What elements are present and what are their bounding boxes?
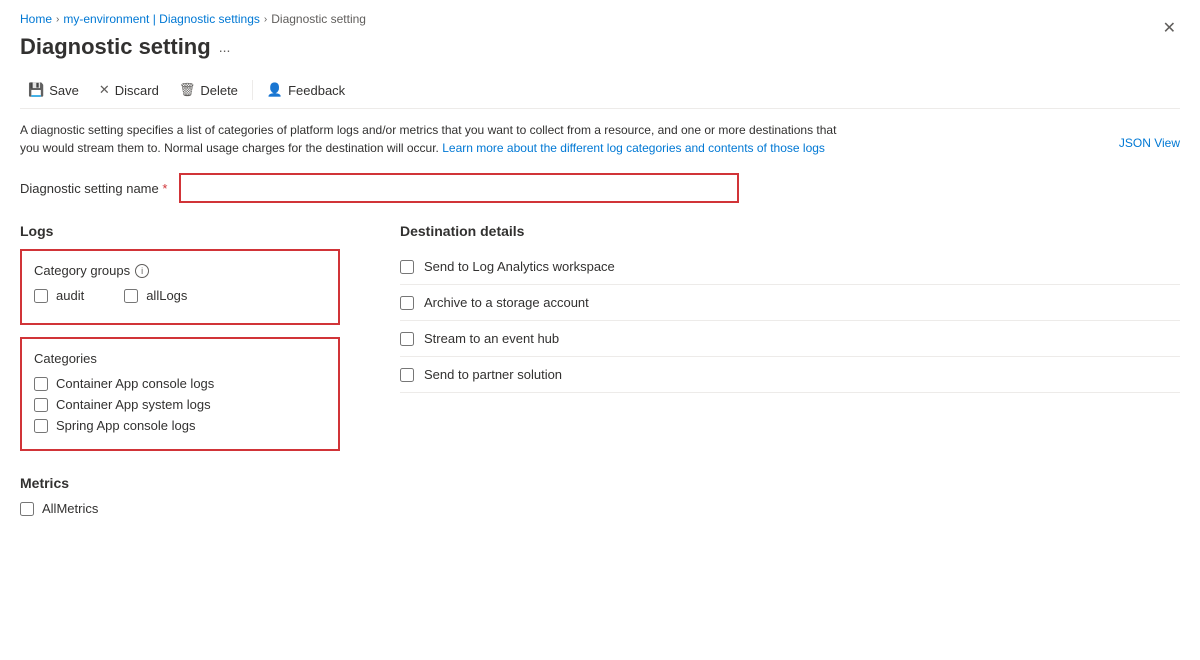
breadcrumb-environment[interactable]: my-environment | Diagnostic settings (63, 12, 260, 26)
page-title-row: Diagnostic setting ... (20, 34, 1180, 60)
checkbox-row-spring-console: Spring App console logs (34, 418, 326, 433)
partner-solution-checkbox[interactable] (400, 368, 414, 382)
breadcrumb-sep-1: › (56, 14, 59, 25)
logs-section-header: Logs (20, 223, 340, 239)
alllogs-label[interactable]: allLogs (146, 288, 187, 303)
categories-title: Categories (34, 351, 326, 366)
checkbox-row-console-logs: Container App console logs (34, 376, 326, 391)
description: A diagnostic setting specifies a list of… (20, 121, 840, 157)
json-view-link[interactable]: JSON View (1119, 136, 1180, 150)
discard-button[interactable]: ✕ Discard (91, 78, 167, 102)
checkbox-row-system-logs: Container App system logs (34, 397, 326, 412)
container-app-system-label[interactable]: Container App system logs (56, 397, 211, 412)
all-metrics-label[interactable]: AllMetrics (42, 501, 98, 516)
breadcrumb-sep-2: › (264, 14, 267, 25)
category-groups-checkboxes: audit allLogs (34, 288, 326, 311)
logs-panel: Logs Category groups i audit allLogs (20, 223, 340, 524)
destination-partner-solution: Send to partner solution (400, 357, 1180, 393)
destination-storage-account: Archive to a storage account (400, 285, 1180, 321)
categories-list: Container App console logs Container App… (34, 376, 326, 437)
feedback-button[interactable]: 👤 Feedback (259, 78, 353, 102)
toolbar: 💾 Save ✕ Discard 🗑 Delete 👤 Feedback (20, 72, 1180, 109)
all-metrics-checkbox[interactable] (20, 502, 34, 516)
storage-account-label[interactable]: Archive to a storage account (424, 295, 589, 310)
page-container: Home › my-environment | Diagnostic setti… (0, 0, 1200, 544)
category-groups-box: Category groups i audit allLogs (20, 249, 340, 325)
close-button[interactable]: ✕ (1159, 14, 1180, 42)
log-analytics-checkbox[interactable] (400, 260, 414, 274)
save-label: Save (49, 83, 79, 98)
event-hub-label[interactable]: Stream to an event hub (424, 331, 559, 346)
storage-account-checkbox[interactable] (400, 296, 414, 310)
required-star: * (162, 181, 167, 196)
feedback-icon: 👤 (267, 82, 283, 98)
discard-label: Discard (115, 83, 159, 98)
categories-box: Categories Container App console logs Co… (20, 337, 340, 451)
breadcrumb-current: Diagnostic setting (271, 12, 366, 26)
save-icon: 💾 (28, 82, 44, 98)
toolbar-separator (252, 80, 253, 100)
learn-more-link[interactable]: Learn more about the different log categ… (442, 141, 825, 155)
spring-app-console-label[interactable]: Spring App console logs (56, 418, 195, 433)
setting-name-row: Diagnostic setting name * (20, 173, 1180, 203)
page-title: Diagnostic setting (20, 34, 211, 60)
discard-icon: ✕ (99, 82, 110, 98)
delete-icon: 🗑 (179, 82, 196, 98)
spring-app-console-checkbox[interactable] (34, 419, 48, 433)
setting-name-label: Diagnostic setting name * (20, 181, 167, 196)
metrics-section-header: Metrics (20, 475, 340, 491)
log-analytics-label[interactable]: Send to Log Analytics workspace (424, 259, 615, 274)
alllogs-checkbox[interactable] (124, 289, 138, 303)
breadcrumb-home[interactable]: Home (20, 12, 52, 26)
feedback-label: Feedback (288, 83, 345, 98)
audit-label[interactable]: audit (56, 288, 84, 303)
category-groups-info-icon[interactable]: i (135, 264, 149, 278)
destination-event-hub: Stream to an event hub (400, 321, 1180, 357)
delete-button[interactable]: 🗑 Delete (171, 78, 246, 102)
category-groups-title: Category groups i (34, 263, 326, 278)
setting-name-input[interactable] (179, 173, 739, 203)
container-app-console-checkbox[interactable] (34, 377, 48, 391)
partner-solution-label[interactable]: Send to partner solution (424, 367, 562, 382)
audit-checkbox[interactable] (34, 289, 48, 303)
destination-log-analytics: Send to Log Analytics workspace (400, 249, 1180, 285)
title-ellipsis-menu[interactable]: ... (219, 39, 231, 55)
metrics-section: Metrics AllMetrics (20, 475, 340, 516)
main-content: Logs Category groups i audit allLogs (20, 223, 1180, 524)
checkbox-row-audit: audit (34, 288, 84, 303)
checkbox-row-alllogs: allLogs (124, 288, 187, 303)
event-hub-checkbox[interactable] (400, 332, 414, 346)
checkbox-row-allmetrics: AllMetrics (20, 501, 340, 516)
breadcrumb: Home › my-environment | Diagnostic setti… (20, 12, 1180, 26)
container-app-console-label[interactable]: Container App console logs (56, 376, 214, 391)
destination-section-header: Destination details (400, 223, 1180, 239)
delete-label: Delete (200, 83, 238, 98)
container-app-system-checkbox[interactable] (34, 398, 48, 412)
save-button[interactable]: 💾 Save (20, 78, 87, 102)
destination-panel: Destination details Send to Log Analytic… (400, 223, 1180, 524)
